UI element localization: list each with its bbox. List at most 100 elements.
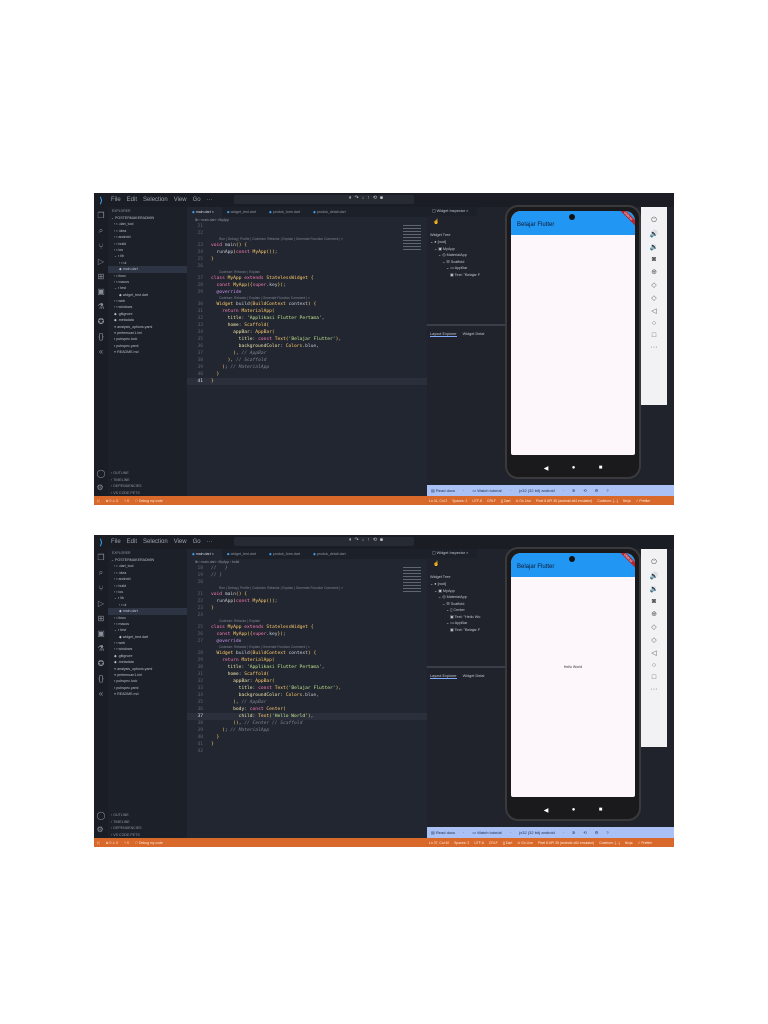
footer-item[interactable]: ? — [606, 830, 608, 835]
remote-indicator-icon[interactable]: ⟩⟨ — [97, 841, 100, 845]
code-line[interactable]: 38 ), // Scaffold — [187, 357, 427, 364]
debug-control-icon[interactable]: ↷ — [355, 537, 359, 543]
code-line[interactable]: 39 ); // MaterialApp — [187, 727, 427, 734]
inspector-lower-tab[interactable]: Widget Detai — [463, 674, 485, 679]
inspector-lower-tab[interactable]: Layout Explorer — [430, 332, 457, 337]
flutter-icon[interactable]: ✪ — [98, 659, 105, 668]
code-line[interactable]: 27 @override — [187, 638, 427, 645]
editor-tab[interactable]: ◆ produk_form.dart — [264, 207, 308, 217]
code-line[interactable]: 28 const MyApp({super.key}); — [187, 282, 427, 289]
code-line[interactable]: 26 const MyApp({super.key}); — [187, 631, 427, 638]
status-item[interactable]: {} Dart — [501, 499, 511, 503]
inspector-lower-tab[interactable]: Layout Explorer — [430, 674, 457, 679]
code-line[interactable]: 22 runApp(const MyApp()); — [187, 598, 427, 605]
status-item[interactable]: ⚐ Debug my code — [135, 841, 163, 845]
code-line[interactable]: 40 } — [187, 734, 427, 741]
code-line[interactable]: 27 class MyApp extends StatelessWidget { — [187, 275, 427, 282]
menu-item-go[interactable]: Go — [193, 539, 201, 545]
editor-tab[interactable]: ◆ widget_test.dart — [222, 207, 264, 217]
editor-tab[interactable]: ◆ produk_form.dart — [264, 549, 308, 559]
status-item[interactable]: Spaces: 2 — [454, 841, 469, 845]
source-control-icon[interactable]: ⑂ — [99, 584, 104, 593]
code-line[interactable]: 35 ), // AppBar — [187, 699, 427, 706]
remote-icon[interactable]: ▣ — [97, 287, 105, 296]
editor-tab[interactable]: ◆ main.dart × — [187, 549, 222, 559]
home-icon[interactable]: ● — [572, 807, 576, 814]
status-item[interactable]: Ninja — [623, 499, 631, 503]
home-icon[interactable]: ○ — [652, 320, 656, 327]
home-icon[interactable]: ○ — [652, 662, 656, 669]
camera-icon[interactable]: ◙ — [652, 598, 656, 605]
footer-item[interactable]: ✲ — [572, 488, 575, 493]
status-item[interactable]: ⊗ 0 ⚠ 0 — [106, 499, 118, 503]
minimap[interactable] — [403, 225, 421, 251]
code-line[interactable]: 20 — [187, 579, 427, 586]
more-icon[interactable]: ··· — [651, 344, 658, 351]
remote-icon[interactable]: ▣ — [97, 629, 105, 638]
menu-item-[interactable]: ··· — [207, 539, 213, 545]
status-item[interactable]: CRLF — [487, 499, 496, 503]
code-line[interactable]: 41} — [187, 741, 427, 748]
footer-item[interactable]: ⚙ — [595, 488, 599, 493]
extensions-icon[interactable]: ⊞ — [98, 272, 105, 281]
zoom-icon[interactable]: ⊕ — [651, 610, 657, 618]
command-center-search[interactable] — [234, 195, 414, 204]
code-line[interactable]: 40 } — [187, 371, 427, 378]
code-line[interactable]: 19 // } — [187, 572, 427, 579]
overview-icon[interactable]: □ — [652, 332, 656, 339]
code-line[interactable]: 23 void main() { — [187, 242, 427, 249]
code-line[interactable]: 25} — [187, 256, 427, 263]
debug-control-icon[interactable]: ⟲ — [373, 195, 377, 201]
footer-item[interactable]: (x32 (32 bit) android — [519, 488, 555, 493]
menu-item-go[interactable]: Go — [193, 197, 201, 203]
status-item[interactable]: ⊗ 0 ⚠ 0 — [106, 841, 118, 845]
code-line[interactable]: 29 return MaterialApp( — [187, 657, 427, 664]
code-line[interactable]: 34 backgroundColor: Colors.blue, — [187, 692, 427, 699]
code-line[interactable]: 32 title: 'Applikasi Flutter Pertama', — [187, 315, 427, 322]
code-line[interactable]: 36 body: const Center( — [187, 706, 427, 713]
command-center-search[interactable] — [234, 537, 414, 546]
brackets-icon[interactable]: {} — [98, 332, 103, 341]
status-item[interactable]: UTF-8 — [472, 499, 482, 503]
menu-item-edit[interactable]: Edit — [127, 197, 137, 203]
status-item[interactable]: ⚐ Debug my code — [135, 499, 163, 503]
code-line[interactable]: 23} — [187, 605, 427, 612]
search-icon[interactable]: ⌕ — [99, 568, 103, 578]
status-item[interactable]: ⊙ Go Live — [517, 841, 532, 845]
zoom-icon[interactable]: ⊕ — [651, 268, 657, 276]
code-line[interactable]: 21 — [187, 223, 427, 230]
code-line[interactable]: 24 — [187, 612, 427, 619]
footer-item[interactable]: ▭ Watch tutorial — [472, 830, 501, 835]
menu-item-selection[interactable]: Selection — [143, 539, 168, 545]
code-line[interactable]: 37 ), // AppBar — [187, 350, 427, 357]
status-item[interactable]: Codeium: {...} — [597, 499, 618, 503]
settings-gear-icon[interactable]: ⚙ — [97, 825, 106, 834]
status-item[interactable]: Pixel 8 API 35 (android-x64 emulator) — [536, 499, 592, 503]
status-item[interactable]: {} Dart — [503, 841, 513, 845]
brackets-icon[interactable]: {} — [98, 674, 103, 683]
volume-down-icon[interactable]: 🔉 — [650, 585, 659, 593]
camera-icon[interactable]: ◙ — [652, 256, 656, 263]
codeium-icon[interactable]: « — [99, 347, 103, 356]
status-item[interactable]: ✓ Prettier — [636, 499, 651, 503]
footer-item[interactable]: · — [463, 830, 464, 835]
run-debug-icon[interactable]: ▷ — [98, 257, 104, 266]
footer-item[interactable]: · — [463, 488, 464, 493]
status-item[interactable]: UTF-8 — [474, 841, 484, 845]
code-line[interactable]: 18 // } — [187, 565, 427, 572]
debug-control-icon[interactable]: ■ — [380, 195, 383, 201]
rotate-left-icon[interactable]: ◇ — [651, 623, 656, 631]
rotate-left-icon[interactable]: ◇ — [651, 281, 656, 289]
back-icon[interactable]: ◀ — [544, 465, 549, 472]
more-icon[interactable]: ··· — [651, 686, 658, 693]
code-line[interactable]: 30 Widget build(BuildContext context) { — [187, 301, 427, 308]
code-line[interactable]: 22 — [187, 230, 427, 237]
search-icon[interactable]: ⌕ — [99, 226, 103, 236]
menu-item-edit[interactable]: Edit — [127, 539, 137, 545]
code-line[interactable]: 25 class MyApp extends StatelessWidget { — [187, 624, 427, 631]
explorer-icon[interactable]: ❐ — [97, 211, 104, 220]
status-item[interactable]: Codeium: {...} — [599, 841, 620, 845]
code-area[interactable]: 21 22 Run | Debug | Profile | Codeium: Ref… — [187, 223, 427, 385]
footer-item[interactable]: ⚙ — [595, 830, 599, 835]
overview-icon[interactable]: □ — [652, 674, 656, 681]
